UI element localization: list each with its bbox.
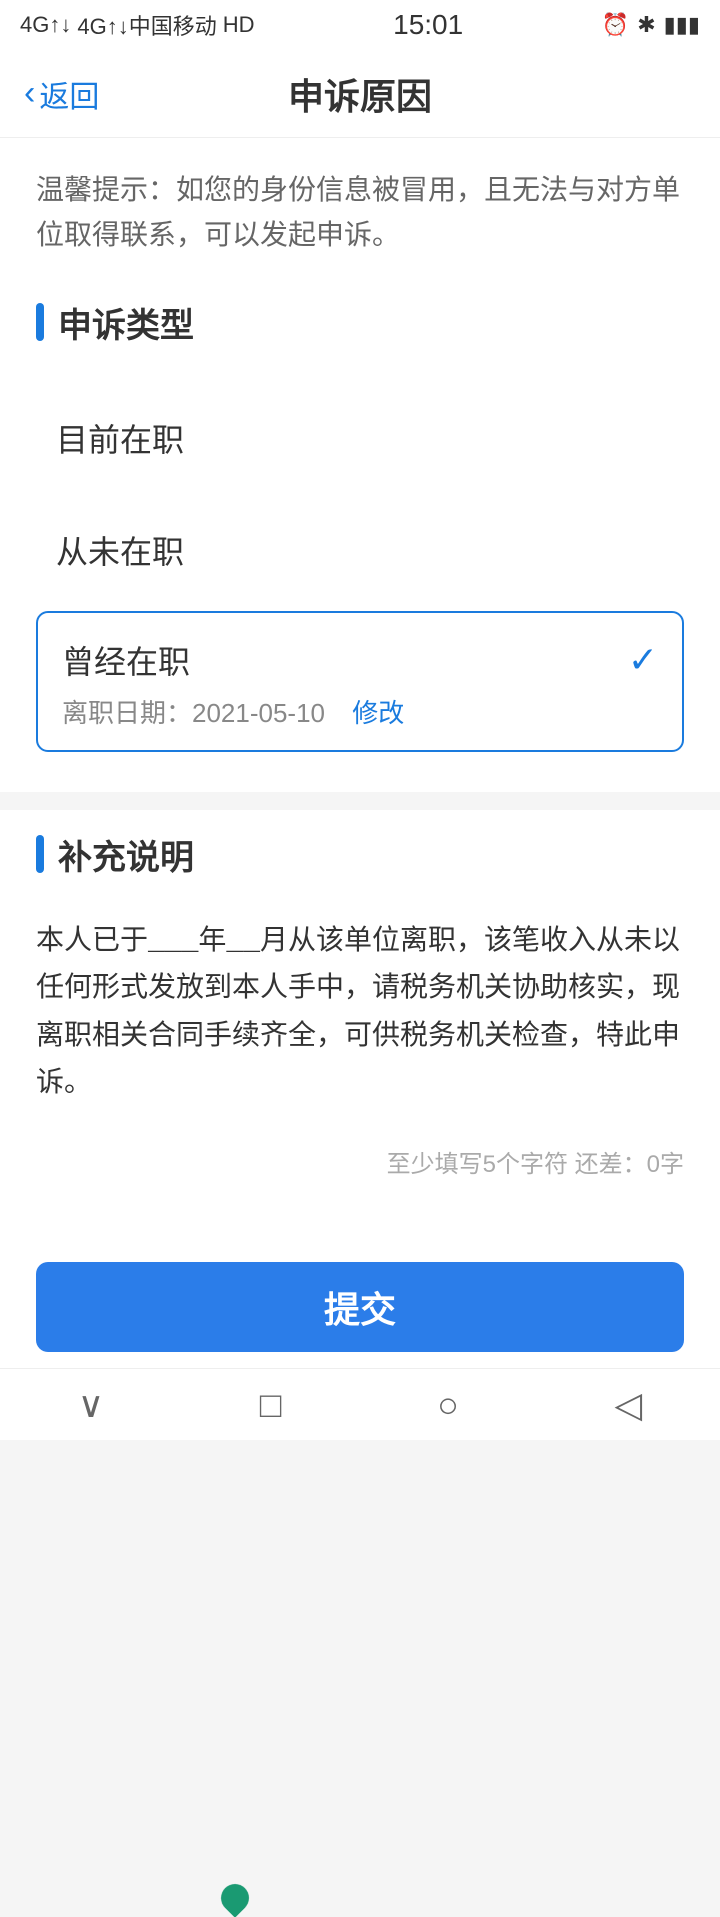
option-list: 目前在职 从未在职 曾经在职 ✓ 离职日期：2021-05-10 修改: [36, 377, 684, 772]
nav-bar: ‹ 返回 申诉原因: [0, 50, 720, 138]
signal-icon: 4G↑↓: [20, 12, 71, 38]
option-current-employed[interactable]: 目前在职: [36, 387, 684, 489]
option-formerly-header: 曾经在职 ✓: [62, 637, 658, 683]
option-formerly-employed[interactable]: 曾经在职 ✓ 离职日期：2021-05-10 修改: [36, 611, 684, 752]
modify-date-button[interactable]: 修改: [352, 698, 404, 728]
cursor-caret: [215, 1878, 255, 1917]
check-icon: ✓: [628, 639, 658, 681]
resign-date-label: 离职日期：2021-05-10: [62, 698, 325, 728]
option-formerly-label: 曾经在职: [62, 637, 190, 683]
nav-back-icon[interactable]: ◁: [614, 1384, 642, 1426]
submit-bar: 提交: [0, 1246, 720, 1368]
status-bar: 4G↑↓ 4G↑↓中国移动 HD 15:01 ⏰ ✱ ▮▮▮: [0, 0, 720, 50]
option-never-header: 从未在职: [56, 527, 664, 573]
option-never-label: 从未在职: [56, 527, 184, 573]
back-label: 返回: [39, 72, 99, 116]
carrier-label: 4G↑↓中国移动: [77, 9, 216, 41]
status-time: 15:01: [393, 9, 463, 41]
supplement-section: 补充说明 至少填写5个字符 还差：0字: [36, 830, 684, 1179]
section-bar-icon: [36, 303, 44, 341]
option-current-label: 目前在职: [56, 415, 184, 461]
status-left: 4G↑↓ 4G↑↓中国移动 HD: [20, 9, 255, 41]
tip-text: 温馨提示：如您的身份信息被冒用，且无法与对方单位取得联系，可以发起申诉。: [36, 168, 684, 258]
supplement-bar-icon: [36, 835, 44, 873]
supplement-section-header: 补充说明: [36, 830, 684, 879]
appeal-type-title: 申诉类型: [58, 298, 194, 347]
submit-button[interactable]: 提交: [36, 1262, 684, 1352]
bluetooth-icon: ✱: [637, 12, 655, 38]
main-content: 温馨提示：如您的身份信息被冒用，且无法与对方单位取得联系，可以发起申诉。 申诉类…: [0, 138, 720, 1329]
supplement-title: 补充说明: [58, 830, 194, 879]
option-never-employed[interactable]: 从未在职: [36, 499, 684, 601]
hd-badge: HD: [223, 12, 255, 38]
section-divider: [0, 792, 720, 810]
page-title: 申诉原因: [288, 68, 432, 120]
battery-icon: ▮▮▮: [664, 12, 700, 38]
supplement-hint: 至少填写5个字符 还差：0字: [36, 1144, 684, 1179]
status-right: ⏰ ✱ ▮▮▮: [602, 12, 700, 38]
back-button[interactable]: ‹ 返回: [24, 72, 99, 116]
nav-down-icon[interactable]: ∨: [78, 1384, 104, 1426]
alarm-icon: ⏰: [602, 12, 629, 38]
supplement-textarea[interactable]: [36, 909, 684, 1129]
nav-square-icon[interactable]: □: [260, 1384, 282, 1426]
option-current-header: 目前在职: [56, 415, 664, 461]
bottom-nav: ∨ □ ○ ◁: [0, 1368, 720, 1440]
appeal-type-section-header: 申诉类型: [36, 298, 684, 347]
option-formerly-sub: 离职日期：2021-05-10 修改: [62, 693, 658, 730]
back-arrow-icon: ‹: [24, 74, 35, 113]
nav-circle-icon[interactable]: ○: [437, 1384, 459, 1426]
